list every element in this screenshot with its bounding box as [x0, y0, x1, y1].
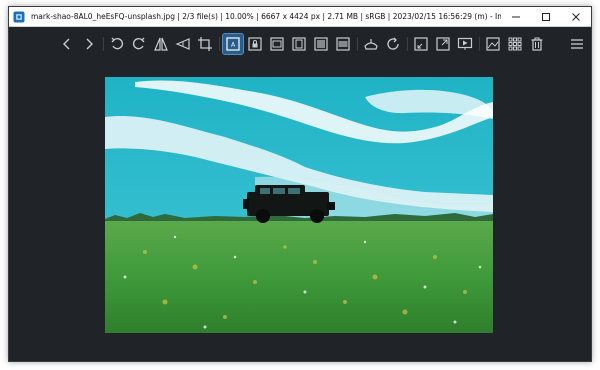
window-fit-button[interactable]: [411, 34, 431, 54]
thumbnail-icon: [508, 37, 522, 51]
image-viewer[interactable]: [9, 61, 591, 361]
title-bar[interactable]: mark-shao-8AL0_heEsFQ-unsplash.jpg | 2/3…: [9, 7, 591, 27]
svg-text:A: A: [231, 42, 236, 49]
maximize-icon: [542, 12, 550, 21]
scale-to-height-button[interactable]: [289, 34, 309, 54]
minimize-button[interactable]: [501, 7, 531, 27]
view-previous-button[interactable]: [57, 34, 77, 54]
maximize-button[interactable]: [531, 7, 561, 27]
toolbar-separator: [357, 37, 358, 51]
app-icon: [13, 11, 25, 22]
color-picker-icon: [364, 39, 378, 50]
full-screen-icon: [436, 37, 450, 51]
rotate-left-button[interactable]: [107, 34, 127, 54]
view-next-button[interactable]: [79, 34, 99, 54]
lock-zoom-icon: [248, 37, 262, 51]
flip-horizontal-icon: [154, 37, 168, 51]
color-picker-button[interactable]: [361, 34, 381, 54]
full-screen-button[interactable]: [433, 34, 453, 54]
chevron-right-icon: [86, 38, 93, 50]
minimize-icon: [512, 16, 520, 17]
scale-to-width-icon: [270, 37, 284, 51]
window-title: mark-shao-8AL0_heEsFQ-unsplash.jpg | 2/3…: [31, 12, 501, 21]
crop-button[interactable]: [195, 34, 215, 54]
auto-zoom-button[interactable]: A: [222, 33, 244, 55]
gallery-icon: [486, 37, 500, 51]
flip-vertical-icon: [175, 38, 190, 50]
scale-to-fill-icon: [336, 37, 350, 51]
close-button[interactable]: [561, 7, 591, 27]
crop-icon: [198, 37, 212, 51]
landscape-photo[interactable]: [105, 77, 493, 333]
gallery-button[interactable]: [483, 34, 503, 54]
lock-zoom-button[interactable]: [245, 34, 265, 54]
auto-zoom-icon: A: [226, 37, 240, 51]
scale-to-fit-icon: [314, 37, 328, 51]
chevron-left-icon: [63, 38, 70, 50]
refresh-button[interactable]: [383, 34, 403, 54]
toolbar-separator: [219, 37, 220, 51]
flip-vertical-button[interactable]: [173, 34, 193, 54]
trash-icon: [531, 37, 543, 51]
toolbar-separator: [407, 37, 408, 51]
close-icon: [572, 12, 580, 21]
delete-button[interactable]: [527, 34, 547, 54]
rotate-right-button[interactable]: [129, 34, 149, 54]
main-menu-button[interactable]: [567, 34, 587, 54]
refresh-icon: [387, 37, 399, 50]
imageglass-window: mark-shao-8AL0_heEsFQ-unsplash.jpg | 2/3…: [8, 6, 592, 362]
slideshow-button[interactable]: [455, 34, 475, 54]
flip-horizontal-button[interactable]: [151, 34, 171, 54]
rotate-left-icon: [111, 37, 123, 50]
rotate-right-icon: [133, 37, 145, 50]
window-fit-icon: [414, 37, 428, 51]
scale-to-fill-button[interactable]: [333, 34, 353, 54]
slideshow-icon: [457, 37, 473, 50]
scale-to-height-icon: [292, 37, 306, 51]
hamburger-menu-icon: [571, 39, 583, 49]
scale-to-fit-button[interactable]: [311, 34, 331, 54]
toolbar-separator: [103, 37, 104, 51]
thumbnail-button[interactable]: [505, 34, 525, 54]
toolbar-separator: [479, 37, 480, 51]
scale-to-width-button[interactable]: [267, 34, 287, 54]
toolbar: A: [9, 27, 591, 61]
